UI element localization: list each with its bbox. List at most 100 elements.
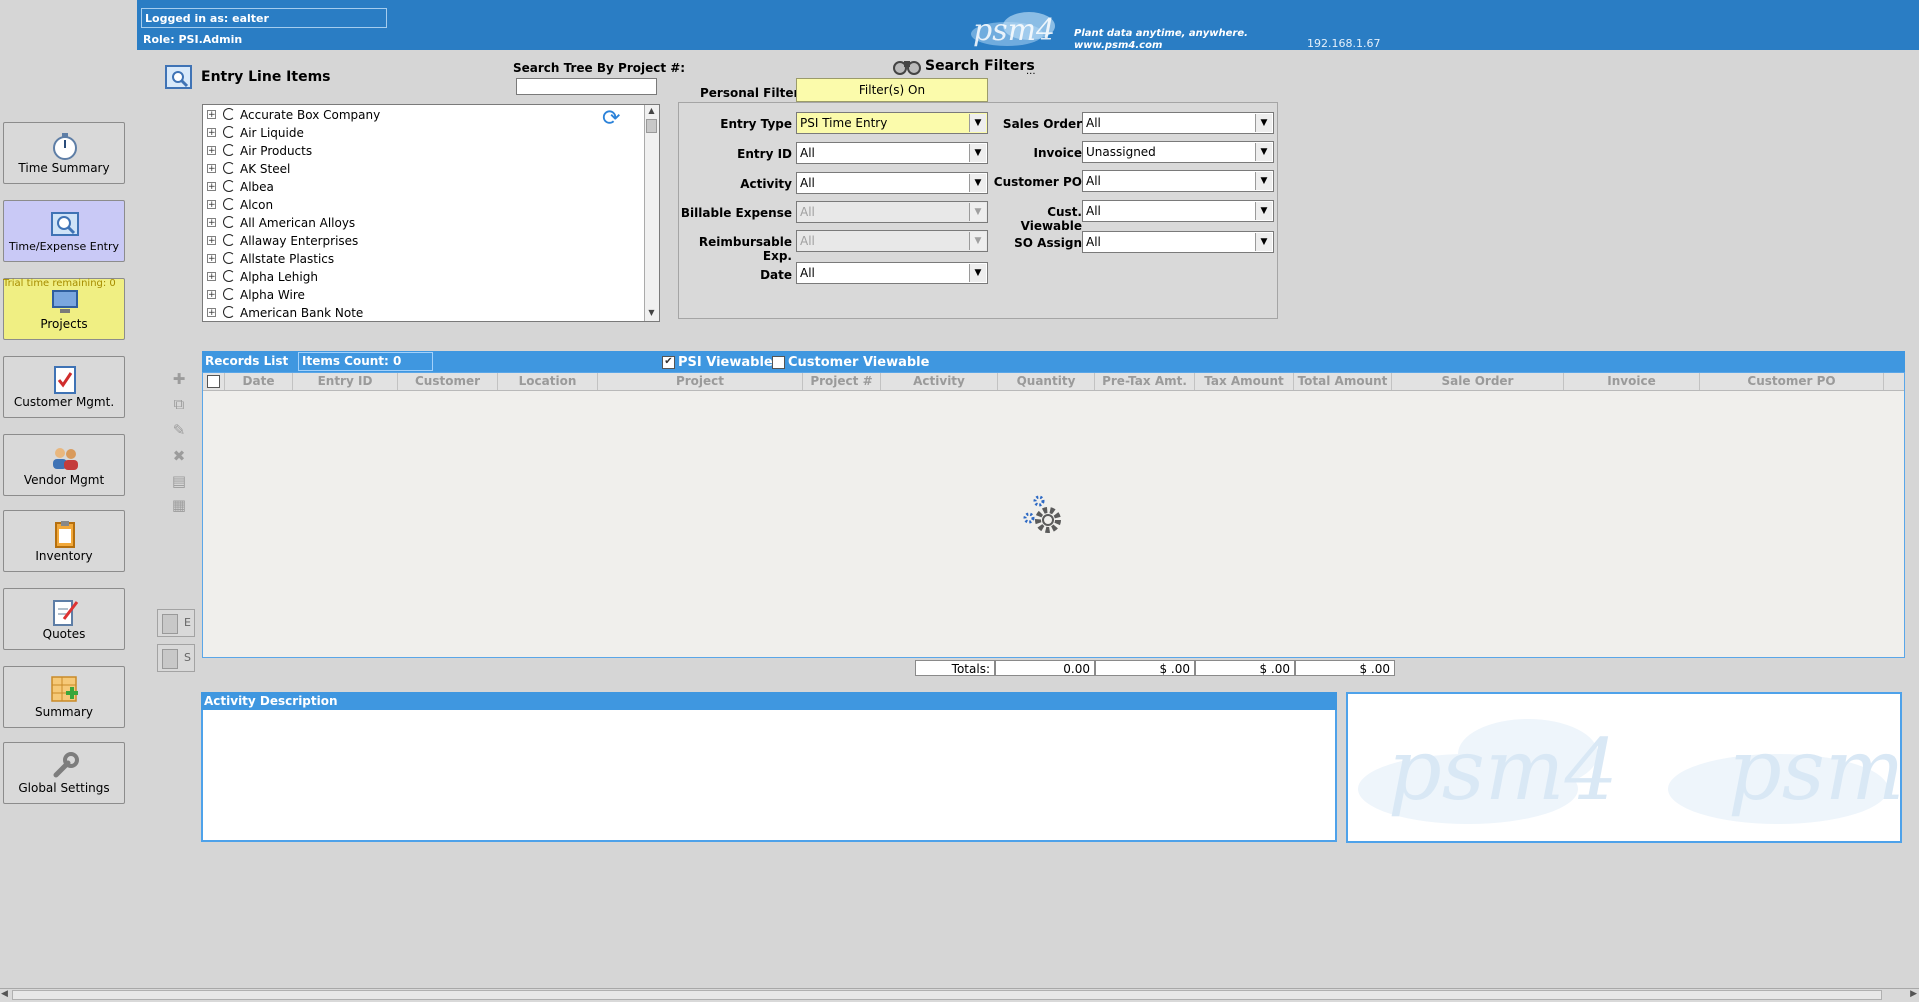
sidebar-item-vendor-mgmt[interactable]: Vendor Mgmt [3, 434, 125, 496]
watermark-text-repeat: psm4 [1728, 721, 1900, 819]
copy-icon[interactable]: ⧉ [170, 395, 188, 413]
expand-icon[interactable]: + [207, 254, 216, 264]
column-header-date[interactable]: Date [225, 373, 293, 390]
customer-node-icon [223, 198, 235, 210]
expand-icon[interactable]: + [207, 110, 216, 120]
chevron-down-icon[interactable]: ▼ [969, 114, 986, 132]
grid-icon[interactable]: ▦ [170, 496, 188, 514]
select-all-checkbox[interactable] [207, 375, 220, 388]
refresh-icon[interactable]: ⟳ [602, 108, 624, 130]
checklist-icon [54, 366, 76, 394]
expand-icon[interactable]: + [207, 200, 216, 210]
sidebar-item-summary[interactable]: Summary [3, 666, 125, 728]
column-header-pretax-amt[interactable]: Pre-Tax Amt. [1095, 373, 1195, 390]
personal-filters-button[interactable]: Filter(s) On [796, 78, 988, 102]
expand-icon[interactable]: + [207, 218, 216, 228]
column-header-customer[interactable]: Customer [398, 373, 498, 390]
sidebar-item-inventory[interactable]: Inventory [3, 510, 125, 572]
activity-description-field[interactable] [201, 710, 1337, 842]
entry-line-items-title: Entry Line Items [201, 69, 331, 85]
tree-scrollbar[interactable]: ▲ ▼ [644, 105, 659, 321]
date-select[interactable]: All ▼ [796, 262, 988, 284]
stack-icon[interactable]: ▤ [170, 472, 188, 490]
sidebar-item-quotes[interactable]: Quotes [3, 588, 125, 650]
sales-order-select[interactable]: All ▼ [1082, 112, 1274, 134]
activity-value: All [800, 176, 815, 190]
column-header-tax-amount[interactable]: Tax Amount [1195, 373, 1294, 390]
chevron-down-icon[interactable]: ▼ [969, 264, 986, 282]
tree-node-label: Air Liquide [240, 126, 304, 140]
project-tree[interactable]: + Accurate Box Company + Air Liquide + Air Pr… [202, 104, 660, 322]
scroll-right-icon[interactable]: ▶ [1910, 989, 1917, 999]
scroll-left-icon[interactable]: ◀ [1, 989, 8, 999]
chevron-down-icon[interactable]: ▼ [1255, 202, 1272, 220]
add-icon[interactable]: ✚ [170, 370, 188, 388]
invoice-select[interactable]: Unassigned ▼ [1082, 141, 1274, 163]
sidebar-item-customer-mgmt[interactable]: Customer Mgmt. [3, 356, 125, 418]
customer-po-select[interactable]: All ▼ [1082, 170, 1274, 192]
sidebar-item-global-settings[interactable]: Global Settings [3, 742, 125, 804]
billable-expense-select: All ▼ [796, 201, 988, 223]
tree-node-label: AK Steel [240, 162, 291, 176]
customer-viewable-toggle[interactable]: Customer Viewable [772, 355, 929, 370]
column-header-project-number[interactable]: Project # [803, 373, 881, 390]
so-assign-select[interactable]: All ▼ [1082, 231, 1274, 253]
chevron-down-icon[interactable]: ▼ [1255, 143, 1272, 161]
expand-icon[interactable]: + [207, 128, 216, 138]
sidebar-item-time-summary[interactable]: Time Summary [3, 122, 125, 184]
customer-viewable-checkbox[interactable] [772, 356, 785, 369]
column-header-total-amount[interactable]: Total Amount [1294, 373, 1392, 390]
psi-viewable-toggle[interactable]: ✔ PSI Viewable [662, 355, 773, 370]
column-header-activity[interactable]: Activity [881, 373, 998, 390]
total-amount: $ .00 [1295, 660, 1395, 676]
chevron-down-icon[interactable]: ▼ [969, 174, 986, 192]
column-header-invoice[interactable]: Invoice [1564, 373, 1700, 390]
chevron-down-icon[interactable]: ▼ [969, 144, 986, 162]
tree-node-label: Air Products [240, 144, 313, 158]
magnifier-grid-icon [51, 212, 79, 236]
sidebar-item-label: Summary [35, 705, 93, 719]
sidebar-item-time-expense-entry[interactable]: Time/Expense Entry [3, 200, 125, 262]
chevron-down-icon[interactable]: ▼ [1255, 233, 1272, 251]
column-header-location[interactable]: Location [498, 373, 598, 390]
psi-viewable-checkbox[interactable]: ✔ [662, 356, 675, 369]
excel-export-button[interactable]: E [157, 609, 195, 637]
tree-scroll-thumb[interactable] [646, 119, 657, 133]
expand-icon[interactable]: + [207, 164, 216, 174]
chevron-down-icon: ▼ [969, 232, 986, 250]
expand-icon[interactable]: + [207, 182, 216, 192]
horizontal-scroll-thumb[interactable] [12, 990, 1882, 1000]
select-all-cell[interactable] [203, 373, 225, 390]
entry-id-select[interactable]: All ▼ [796, 142, 988, 164]
expand-icon[interactable]: + [207, 290, 216, 300]
column-header-customer-po[interactable]: Customer PO [1700, 373, 1884, 390]
entry-type-select[interactable]: PSI Time Entry ▼ [796, 112, 988, 134]
entry-id-label: Entry ID [737, 147, 792, 161]
cust-viewable-select[interactable]: All ▼ [1082, 200, 1274, 222]
expand-icon[interactable]: + [207, 236, 216, 246]
search-filters-more[interactable]: ... [1026, 66, 1036, 77]
edit-icon[interactable]: ✎ [170, 421, 188, 439]
expand-icon[interactable]: + [207, 146, 216, 156]
customer-po-label: Customer PO [993, 175, 1082, 189]
column-header-quantity[interactable]: Quantity [998, 373, 1095, 390]
activity-select[interactable]: All ▼ [796, 172, 988, 194]
horizontal-scrollbar[interactable]: ◀ ▶ [0, 988, 1919, 1002]
records-table: Date Entry ID Customer Location Project … [202, 372, 1905, 658]
expand-icon[interactable]: + [207, 308, 216, 318]
search-tree-input[interactable] [516, 78, 657, 95]
scroll-up-icon[interactable]: ▲ [646, 106, 657, 118]
scroll-down-icon[interactable]: ▼ [646, 308, 657, 320]
column-header-project[interactable]: Project [598, 373, 803, 390]
chevron-down-icon[interactable]: ▼ [1255, 114, 1272, 132]
tree-node-label: Albea [240, 180, 274, 194]
sidebar-item-label: Time Summary [18, 161, 110, 175]
column-header-sale-order[interactable]: Sale Order [1392, 373, 1564, 390]
delete-icon[interactable]: ✖ [170, 447, 188, 465]
expand-icon[interactable]: + [207, 272, 216, 282]
column-header-entry-id[interactable]: Entry ID [293, 373, 398, 390]
personal-filters-label: Personal Filters [700, 86, 807, 100]
activity-label: Activity [740, 177, 792, 191]
summary-export-button[interactable]: S [157, 644, 195, 672]
chevron-down-icon[interactable]: ▼ [1255, 172, 1272, 190]
